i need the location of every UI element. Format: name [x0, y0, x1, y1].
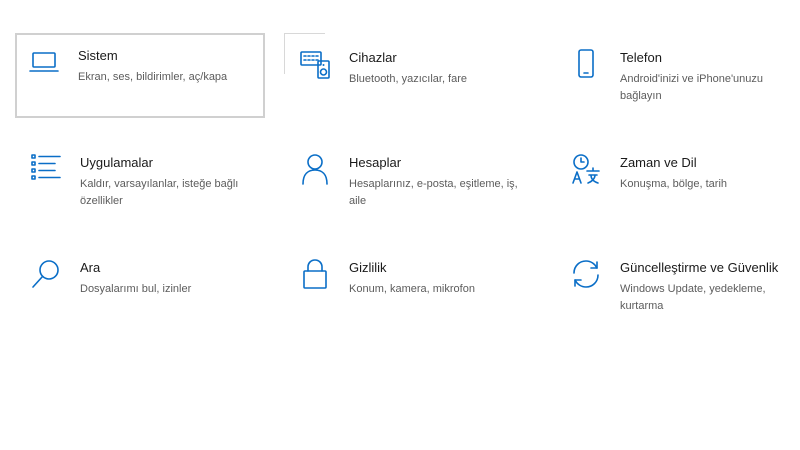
tile-uygulamalar[interactable]: Uygulamalar Kaldır, varsayılanlar, isteğ… — [17, 140, 267, 225]
tile-title: Gizlilik — [349, 260, 387, 275]
tile-description: Kaldır, varsayılanlar, isteğe bağlı özel… — [80, 178, 239, 207]
tile-description: Konuşma, bölge, tarih — [620, 178, 728, 190]
laptop-icon — [27, 45, 61, 79]
search-icon — [29, 257, 63, 291]
tile-zaman-ve-dil[interactable]: Zaman ve Dil Konuşma, bölge, tarih — [557, 140, 800, 225]
tile-description: Dosyalarımı bul, izinler — [80, 283, 192, 295]
devices-icon — [298, 47, 332, 81]
sync-icon — [569, 257, 603, 291]
tile-guncellestirme-ve-guvenlik[interactable]: Güncelleştirme ve Güvenlik Windows Updat… — [557, 245, 800, 330]
tile-title: Hesaplar — [349, 155, 402, 170]
person-icon — [298, 152, 332, 186]
tile-gizlilik[interactable]: Gizlilik Konum, kamera, mikrofon — [286, 245, 536, 330]
tile-description: Windows Update, yedekleme, kurtarma — [620, 283, 766, 312]
tile-description: Ekran, ses, bildirimler, aç/kapa — [78, 71, 228, 83]
tile-sistem[interactable]: Sistem Ekran, ses, bildirimler, aç/kapa — [15, 33, 265, 118]
tile-description: Hesaplarınız, e-posta, eşitleme, iş, ail… — [349, 178, 518, 207]
time-language-icon — [569, 152, 603, 186]
tile-title: Telefon — [620, 50, 662, 65]
tile-title: Uygulamalar — [80, 155, 153, 170]
tile-ara[interactable]: Ara Dosyalarımı bul, izinler — [17, 245, 267, 330]
tile-title: Zaman ve Dil — [620, 155, 697, 170]
tile-title: Ara — [80, 260, 101, 275]
lock-icon — [298, 257, 332, 291]
tile-telefon[interactable]: Telefon Android'inizi ve iPhone'unuzu ba… — [557, 35, 800, 120]
tile-title: Güncelleştirme ve Güvenlik — [620, 260, 779, 275]
tile-description: Android'inizi ve iPhone'unuzu bağlayın — [620, 73, 764, 102]
tile-cihazlar[interactable]: Cihazlar Bluetooth, yazıcılar, fare — [284, 33, 536, 120]
phone-icon — [569, 47, 603, 81]
tile-hesaplar[interactable]: Hesaplar Hesaplarınız, e-posta, eşitleme… — [286, 140, 536, 225]
tile-title: Sistem — [78, 48, 118, 63]
tile-description: Konum, kamera, mikrofon — [349, 283, 475, 295]
tile-title: Cihazlar — [349, 50, 397, 65]
tile-description: Bluetooth, yazıcılar, fare — [349, 73, 468, 85]
apps-list-icon — [29, 152, 63, 186]
